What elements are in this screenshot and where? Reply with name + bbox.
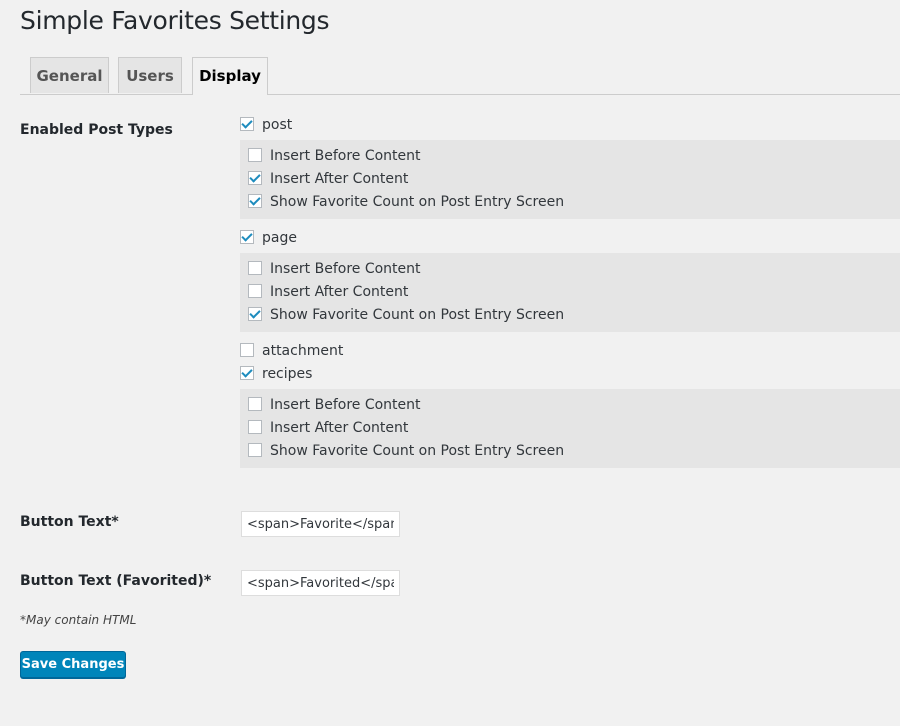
button-text-favorited-label: Button Text (Favorited)*	[20, 573, 212, 589]
recipes-options: Insert Before Content Insert After Conte…	[240, 389, 900, 468]
option-checkbox[interactable]	[248, 397, 262, 411]
save-changes-button[interactable]: Save Changes	[20, 651, 126, 678]
option-checkbox[interactable]	[248, 284, 262, 298]
option-checkbox[interactable]	[248, 443, 262, 457]
post-type-post[interactable]: post	[240, 115, 292, 137]
option-insert-after[interactable]: Insert After Content	[248, 418, 408, 440]
option-insert-before[interactable]: Insert Before Content	[248, 259, 421, 281]
tab-display[interactable]: Display	[192, 57, 268, 95]
option-show-count[interactable]: Show Favorite Count on Post Entry Screen	[248, 192, 564, 214]
post-type-recipes[interactable]: recipes	[240, 364, 312, 386]
option-insert-before[interactable]: Insert Before Content	[248, 146, 421, 168]
tab-users[interactable]: Users	[118, 57, 182, 93]
option-label: Insert Before Content	[270, 148, 421, 164]
option-insert-after[interactable]: Insert After Content	[248, 282, 408, 304]
option-insert-after[interactable]: Insert After Content	[248, 169, 408, 191]
settings-tabs: General Users Display	[20, 57, 900, 95]
post-type-checkbox[interactable]	[240, 343, 254, 357]
button-text-input[interactable]	[241, 511, 400, 537]
post-type-page[interactable]: page	[240, 228, 297, 250]
page-title: Simple Favorites Settings	[20, 6, 330, 35]
button-text-label: Button Text*	[20, 514, 119, 530]
option-checkbox[interactable]	[248, 420, 262, 434]
tab-general[interactable]: General	[30, 57, 109, 93]
post-type-label: page	[262, 230, 297, 246]
option-label: Insert Before Content	[270, 261, 421, 277]
html-note: *May contain HTML	[20, 613, 137, 627]
post-options: Insert Before Content Insert After Conte…	[240, 140, 900, 219]
button-text-favorited-input[interactable]	[241, 570, 400, 596]
option-show-count[interactable]: Show Favorite Count on Post Entry Screen	[248, 305, 564, 327]
option-label: Show Favorite Count on Post Entry Screen	[270, 194, 565, 210]
option-checkbox[interactable]	[248, 261, 262, 275]
post-type-checkbox[interactable]	[240, 117, 254, 131]
option-checkbox[interactable]	[248, 148, 262, 162]
option-label: Show Favorite Count on Post Entry Screen	[270, 307, 565, 323]
option-label: Insert After Content	[270, 284, 409, 300]
option-label: Insert After Content	[270, 420, 409, 436]
option-checkbox[interactable]	[248, 194, 262, 208]
option-checkbox[interactable]	[248, 171, 262, 185]
option-label: Show Favorite Count on Post Entry Screen	[270, 443, 565, 459]
option-insert-before[interactable]: Insert Before Content	[248, 395, 421, 417]
post-type-attachment[interactable]: attachment	[240, 341, 343, 363]
post-type-checkbox[interactable]	[240, 366, 254, 380]
post-type-label: recipes	[262, 366, 313, 382]
option-label: Insert Before Content	[270, 397, 421, 413]
option-show-count[interactable]: Show Favorite Count on Post Entry Screen	[248, 441, 564, 463]
enabled-post-types-label: Enabled Post Types	[20, 122, 173, 138]
post-type-checkbox[interactable]	[240, 230, 254, 244]
post-type-label: attachment	[262, 343, 344, 359]
post-type-label: post	[262, 117, 293, 133]
page-options: Insert Before Content Insert After Conte…	[240, 253, 900, 332]
option-label: Insert After Content	[270, 171, 409, 187]
option-checkbox[interactable]	[248, 307, 262, 321]
